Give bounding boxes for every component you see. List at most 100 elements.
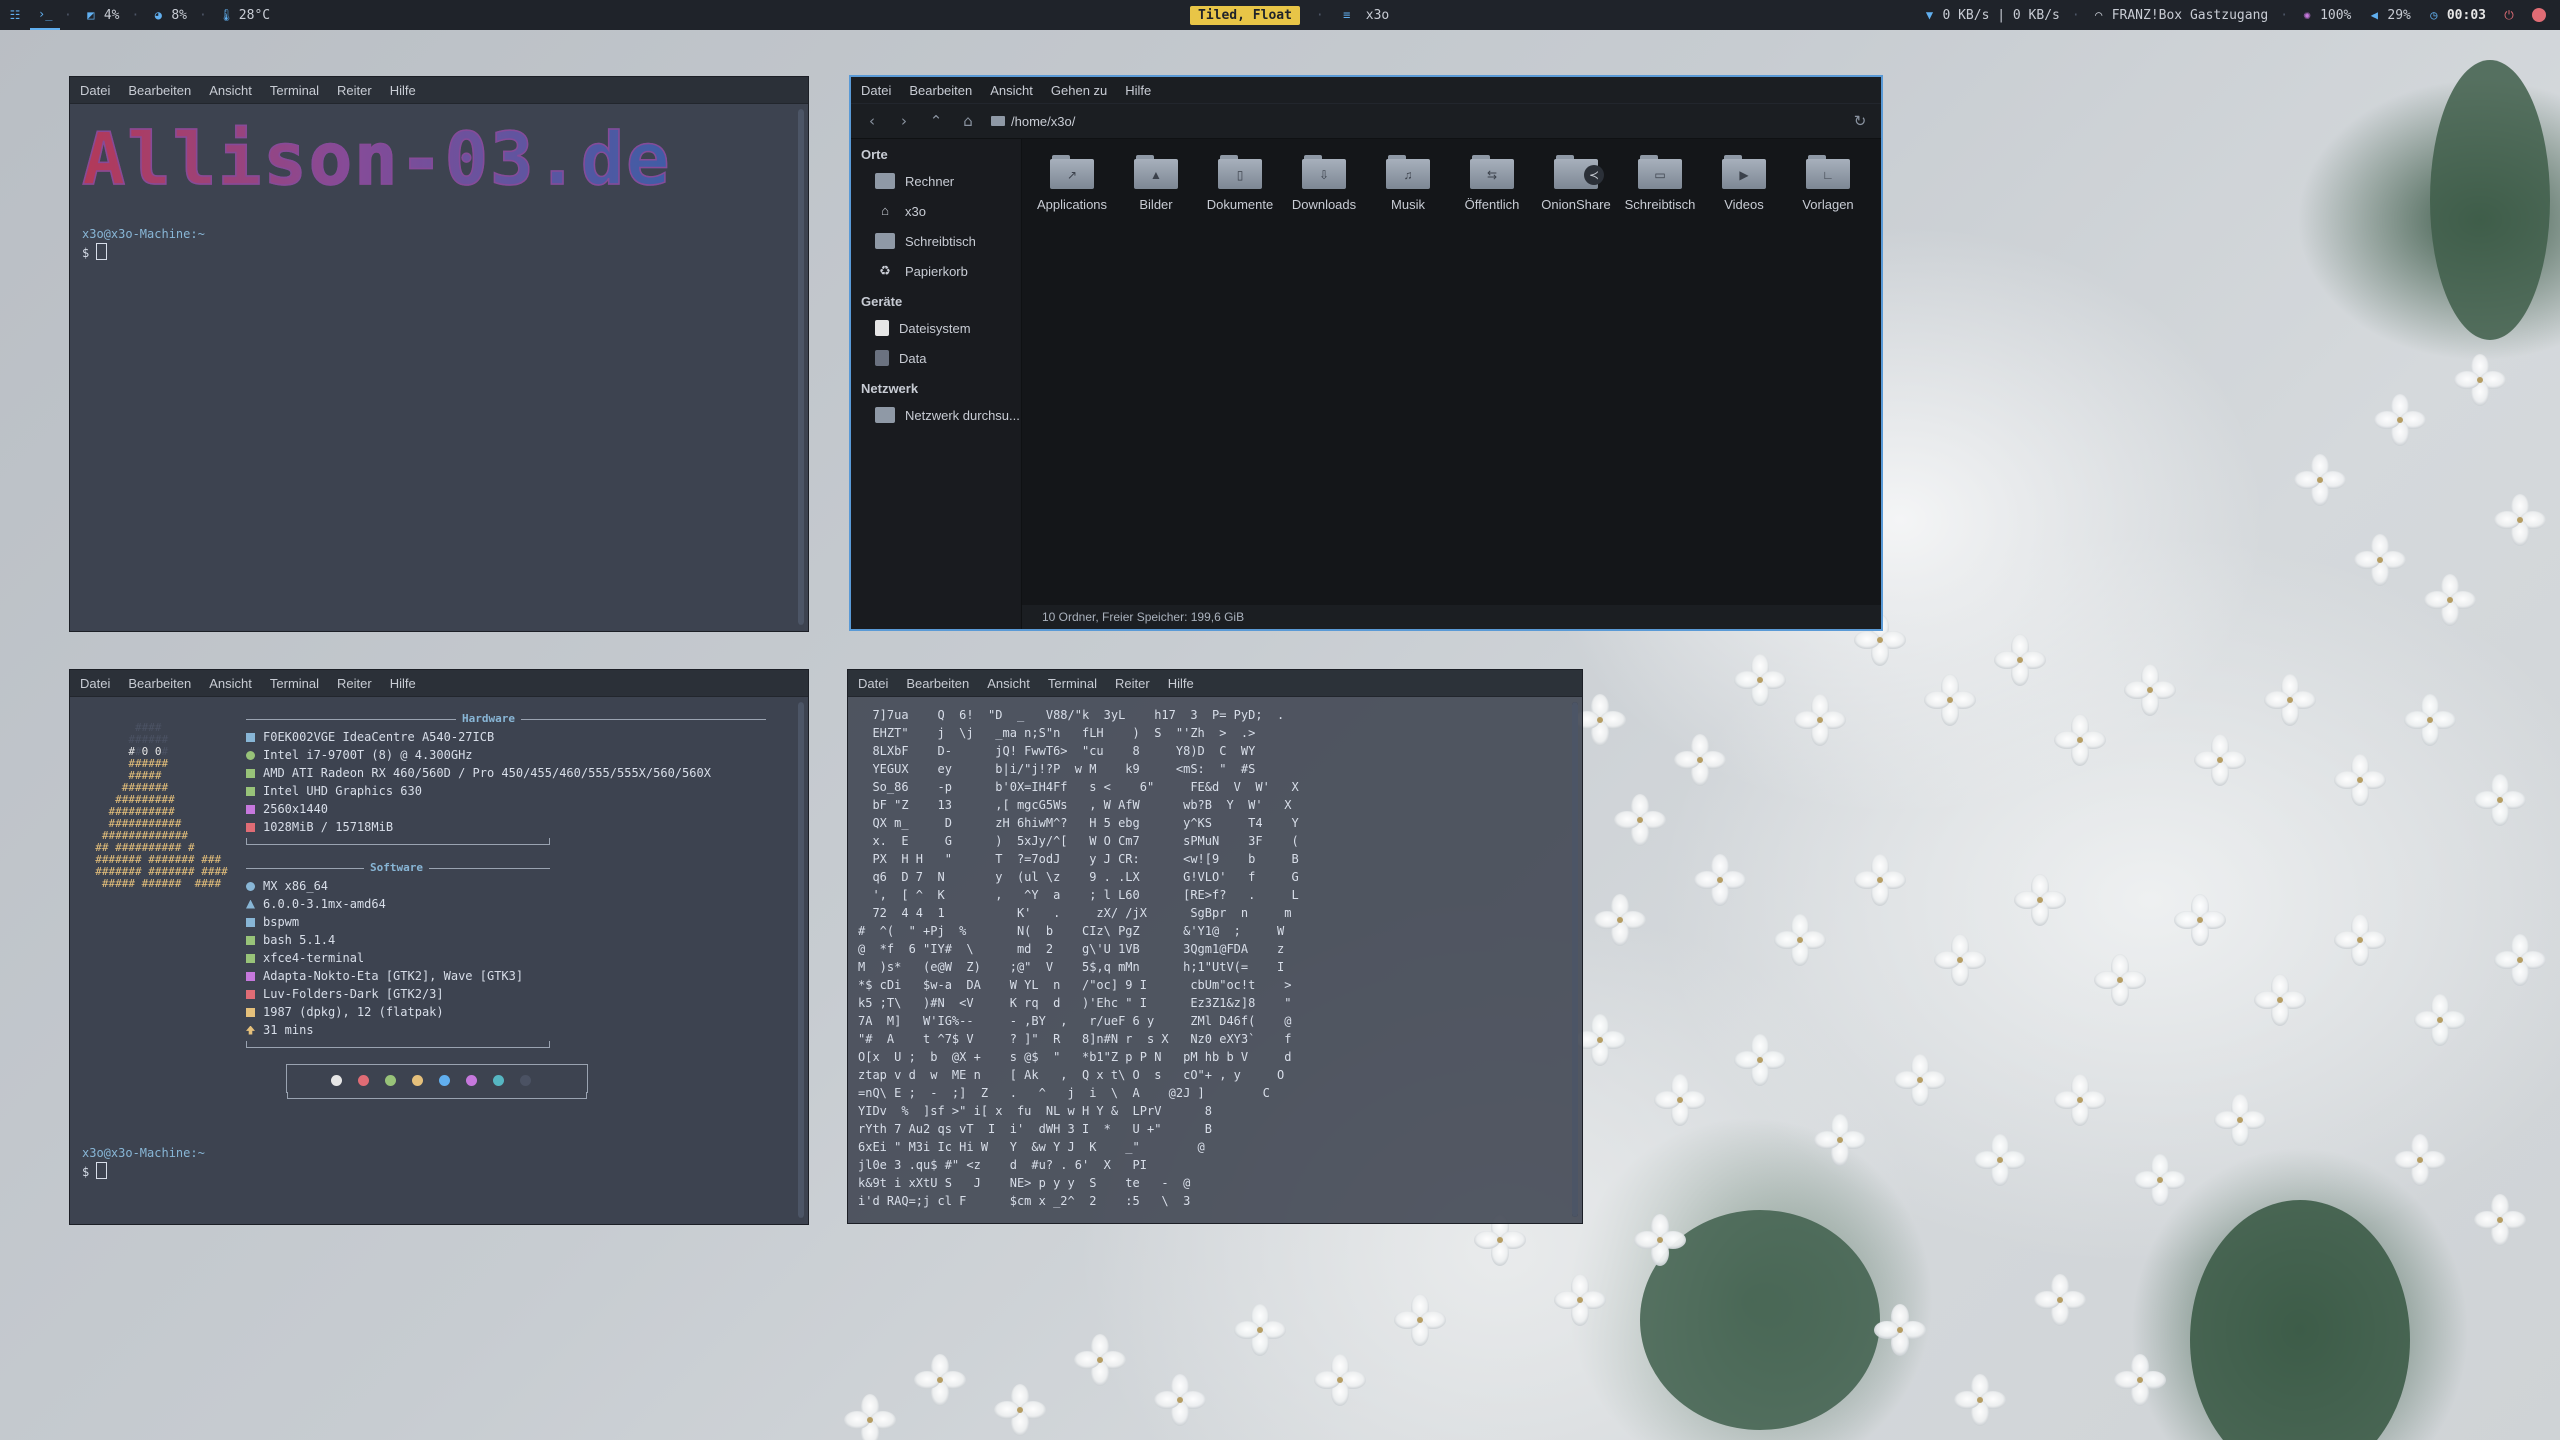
menu-terminal[interactable]: Terminal: [270, 83, 319, 98]
folder-musik[interactable]: ♫ Musik: [1366, 155, 1450, 212]
folder-downloads[interactable]: ⇩ Downloads: [1282, 155, 1366, 212]
terminal-window-matrix[interactable]: Datei Bearbeiten Ansicht Terminal Reiter…: [847, 669, 1583, 1224]
grid-menu-icon: ☷: [9, 8, 21, 22]
sw-value: Luv-Folders-Dark [GTK2/3]: [263, 987, 444, 1001]
scrollbar-thumb[interactable]: [798, 702, 804, 1218]
trash-icon: ♻: [879, 263, 891, 278]
sidebar-item-dateisystem[interactable]: Dateisystem: [851, 313, 1021, 343]
sidebar-item-papierkorb[interactable]: ♻ Papierkorb: [851, 256, 1021, 286]
folder-schreibtisch[interactable]: ▭ Schreibtisch: [1618, 155, 1702, 212]
terminal-menubar: Datei Bearbeiten Ansicht Terminal Reiter…: [70, 670, 808, 697]
folder-bilder[interactable]: ▲ Bilder: [1114, 155, 1198, 212]
menu-terminal[interactable]: Terminal: [1048, 676, 1097, 691]
scrollbar[interactable]: [798, 702, 804, 1218]
folder-desktop-icon: ▭: [1638, 155, 1682, 189]
menu-hilfe[interactable]: Hilfe: [390, 83, 416, 98]
folder-label: Downloads: [1291, 197, 1357, 212]
scrollbar-thumb[interactable]: [1572, 702, 1578, 1217]
sw-terminal: xfce4-terminal: [246, 949, 766, 967]
color-dots: [331, 1075, 531, 1086]
scrollbar[interactable]: [798, 109, 804, 625]
matrix-line: M )s* (e@W Z) ;@" V 5$,q mMn h;1"UtV(= I: [858, 960, 1285, 974]
wifi-ssid: FRANZ!Box Gastzugang: [2111, 7, 2269, 23]
reload-icon[interactable]: ↻: [1851, 112, 1869, 130]
clock-widget[interactable]: ◷ 00:03: [2419, 0, 2494, 30]
folder-icon: [991, 116, 1005, 126]
avatar: [2532, 8, 2546, 22]
menu-hilfe[interactable]: Hilfe: [390, 676, 416, 691]
menu-datei[interactable]: Datei: [80, 676, 110, 691]
sidebar-item-netzwerk[interactable]: Netzwerk durchsu...: [851, 400, 1021, 430]
menu-ansicht[interactable]: Ansicht: [209, 676, 252, 691]
terminal-launcher[interactable]: ›_: [30, 0, 60, 30]
active-window-title[interactable]: x3o: [1366, 8, 1389, 23]
input-line[interactable]: $: [82, 243, 205, 262]
sidebar-item-home[interactable]: ⌂ x3o: [851, 196, 1021, 226]
sw-os: MX x86_64: [246, 877, 766, 895]
menu-bearbeiten[interactable]: Bearbeiten: [128, 83, 191, 98]
fm-menu-ansicht[interactable]: Ansicht: [990, 83, 1033, 98]
back-button[interactable]: ‹: [863, 112, 881, 130]
cpu-chart-icon: ◩: [87, 8, 95, 22]
menu-button[interactable]: ☷: [0, 0, 30, 30]
menu-reiter[interactable]: Reiter: [337, 83, 372, 98]
menu-datei[interactable]: Datei: [858, 676, 888, 691]
user-avatar[interactable]: [2524, 0, 2554, 30]
up-button[interactable]: ⌃: [927, 112, 945, 130]
fm-menu-datei[interactable]: Datei: [861, 83, 891, 98]
folder-applications[interactable]: ↗ Applications: [1030, 155, 1114, 212]
window-icon: [246, 917, 255, 927]
brightness-widget[interactable]: ✺ 100%: [2292, 0, 2359, 30]
sidebar-item-rechner[interactable]: Rechner: [851, 166, 1021, 196]
folder-dokumente[interactable]: ▯ Dokumente: [1198, 155, 1282, 212]
matrix-line: YIDv % ]sf >" i[ x fu NL w H Y & LPrV 8: [858, 1104, 1213, 1118]
sidebar-item-label: Schreibtisch: [905, 233, 976, 249]
file-manager-window[interactable]: Datei Bearbeiten Ansicht Gehen zu Hilfe …: [849, 75, 1883, 631]
palette-dot: [520, 1075, 531, 1086]
terminal-menubar: Datei Bearbeiten Ansicht Terminal Reiter…: [848, 670, 1582, 697]
matrix-line: So_86 -p b'0X=IH4Ff s < 6" FE&d V W' X: [858, 780, 1299, 794]
location-bar[interactable]: /home/x3o/: [991, 114, 1075, 129]
matrix-line: 6xEi " M3i Ic Hi W Y &w Y J K _" @: [858, 1140, 1205, 1154]
text-cursor: [96, 1162, 108, 1179]
folder-label: Bilder: [1139, 197, 1173, 212]
menu-reiter[interactable]: Reiter: [1115, 676, 1150, 691]
fm-menu-bearbeiten[interactable]: Bearbeiten: [909, 83, 972, 98]
folder-videos[interactable]: ▶ Videos: [1702, 155, 1786, 212]
sidebar-item-schreibtisch[interactable]: Schreibtisch: [851, 226, 1021, 256]
top-panel: ☷ ›_ · ◩ 4% · ◕ 8% · 🌡︎ 28°C Tiled, Float ·…: [0, 0, 2560, 30]
folder-onionshare[interactable]: ≺ OnionShare: [1534, 155, 1618, 212]
menu-bearbeiten[interactable]: Bearbeiten: [128, 676, 191, 691]
fm-menu-hilfe[interactable]: Hilfe: [1125, 83, 1151, 98]
menu-reiter[interactable]: Reiter: [337, 676, 372, 691]
sidebar: Orte Rechner ⌂ x3o Schreibtisch ♻ Papierko…: [851, 139, 1022, 629]
sidebar-item-data[interactable]: Data: [851, 343, 1021, 373]
wifi-widget[interactable]: ◠ FRANZ!Box Gastzugang: [2084, 0, 2277, 30]
matrix-line: EHZT" j \j _ma n;S"n fLH ) S "'Zh > .>: [858, 726, 1256, 740]
computer-icon: [875, 173, 895, 189]
folder-vorlagen[interactable]: ∟ Vorlagen: [1786, 155, 1870, 212]
matrix-line: k5 ;T\ )#N <V K rq d )'Ehc " I Ez3Z1&z]8…: [858, 996, 1292, 1010]
sw-value: 31 mins: [263, 1023, 314, 1037]
menu-datei[interactable]: Datei: [80, 83, 110, 98]
menu-ansicht[interactable]: Ansicht: [987, 676, 1030, 691]
scrollbar-thumb[interactable]: [798, 109, 804, 625]
terminal-window-neofetch[interactable]: Datei Bearbeiten Ansicht Terminal Reiter…: [69, 669, 809, 1225]
volume-widget[interactable]: ◀ 29%: [2359, 0, 2418, 30]
menu-hilfe[interactable]: Hilfe: [1168, 676, 1194, 691]
layout-mode-badge[interactable]: Tiled, Float: [1190, 5, 1300, 25]
power-button[interactable]: ⏻: [2494, 0, 2524, 30]
hw-value: 2560x1440: [263, 802, 329, 816]
fm-menu-gehen-zu[interactable]: Gehen zu: [1051, 83, 1107, 98]
input-line[interactable]: $: [82, 1162, 205, 1181]
scrollbar[interactable]: [1572, 702, 1578, 1217]
folder-oeffentlich[interactable]: ⇆ Öffentlich: [1450, 155, 1534, 212]
menu-ansicht[interactable]: Ansicht: [209, 83, 252, 98]
location-path[interactable]: /home/x3o/: [1011, 114, 1075, 129]
file-view[interactable]: ↗ Applications ▲ Bilder ▯ Dokumente ⇩ Downlo…: [1022, 139, 1881, 605]
forward-button[interactable]: ›: [895, 112, 913, 130]
home-icon[interactable]: ⌂: [959, 112, 977, 130]
terminal-window-top-left[interactable]: Datei Bearbeiten Ansicht Terminal Reiter…: [69, 76, 809, 632]
menu-bearbeiten[interactable]: Bearbeiten: [906, 676, 969, 691]
menu-terminal[interactable]: Terminal: [270, 676, 319, 691]
